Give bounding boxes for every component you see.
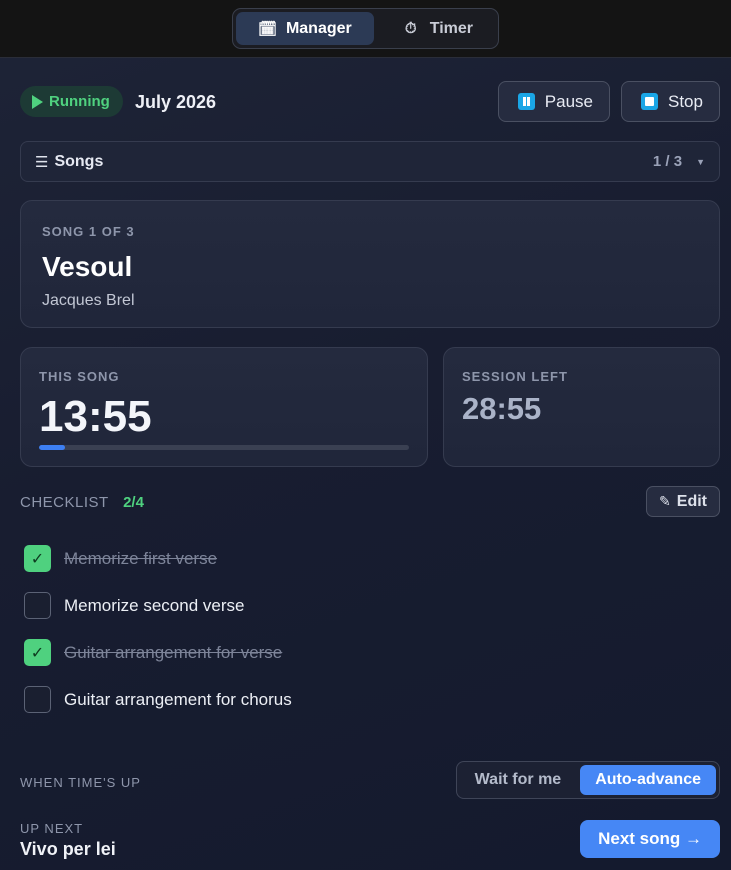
up-next-label: UP NEXT — [20, 821, 84, 836]
view-switcher: 🗓 Manager ⏱ Timer — [231, 8, 500, 49]
checklist-item[interactable]: ✓ Memorize first verse — [24, 535, 720, 582]
calendar-icon: 🗓 — [257, 20, 277, 38]
this-song-label: THIS SONG — [39, 369, 120, 384]
session-left-time: 28:55 — [462, 391, 542, 426]
checkbox-unchecked[interactable] — [24, 686, 51, 713]
current-song-card: SONG 1 OF 3 Vesoul Jacques Brel — [20, 200, 720, 328]
checklist-count: 2/4 — [123, 494, 144, 511]
song-position: SONG 1 OF 3 — [42, 224, 135, 239]
pause-icon — [518, 93, 535, 110]
pause-button[interactable]: Pause — [498, 81, 610, 122]
top-bar: 🗓 Manager ⏱ Timer — [0, 0, 731, 58]
list-icon: ☰ — [35, 153, 49, 171]
checkmark-icon: ✓ — [30, 644, 45, 662]
song-progress-bar — [39, 445, 409, 450]
song-progress-fill — [39, 445, 65, 450]
this-song-time: 13:55 — [39, 392, 152, 441]
checkbox-unchecked[interactable] — [24, 592, 51, 619]
when-time-up-label: WHEN TIME'S UP — [20, 775, 141, 790]
checklist-item[interactable]: ✓ Guitar arrangement for verse — [24, 629, 720, 676]
session-month: July 2026 — [135, 92, 217, 112]
checklist-item-text: Memorize first verse — [64, 548, 218, 568]
status-label: Running — [49, 93, 110, 110]
stop-button[interactable]: Stop — [621, 81, 720, 122]
auto-advance-option[interactable]: Auto-advance — [580, 765, 716, 795]
tab-manager[interactable]: 🗓 Manager — [235, 12, 374, 45]
play-icon — [32, 94, 43, 109]
wait-for-me-option[interactable]: Wait for me — [460, 765, 577, 795]
session-left-label: SESSION LEFT — [462, 369, 568, 384]
advance-mode-toggle: Wait for me Auto-advance — [455, 761, 720, 799]
checklist-label: CHECKLIST — [20, 494, 109, 511]
pause-label: Pause — [544, 91, 593, 111]
songs-dropdown[interactable]: ☰ Songs 1 / 3 ▼ — [20, 141, 720, 182]
stop-icon — [641, 93, 658, 110]
stopwatch-icon: ⏱ — [404, 20, 417, 37]
checklist-item[interactable]: Guitar arrangement for chorus — [24, 676, 720, 723]
checkbox-checked[interactable]: ✓ — [24, 639, 51, 666]
songs-count: 1 / 3 — [652, 153, 683, 170]
next-song-button[interactable]: Next song → — [580, 820, 720, 858]
checklist-header: CHECKLIST 2/4 — [20, 494, 144, 511]
tab-manager-label: Manager — [285, 19, 352, 37]
up-next-title: Vivo per lei — [20, 839, 116, 859]
checkmark-icon: ✓ — [30, 550, 45, 568]
this-song-timer-card: THIS SONG 13:55 — [20, 347, 428, 467]
checklist-item-text: Guitar arrangement for chorus — [64, 689, 292, 709]
song-artist: Jacques Brel — [42, 292, 135, 309]
status-badge: Running — [20, 86, 123, 117]
session-left-card: SESSION LEFT 28:55 — [443, 347, 720, 467]
song-title: Vesoul — [42, 251, 133, 282]
checklist: ✓ Memorize first verse Memorize second ver… — [24, 535, 720, 723]
tab-timer[interactable]: ⏱ Timer — [380, 12, 495, 45]
edit-label: Edit — [676, 492, 707, 510]
checklist-item[interactable]: Memorize second verse — [24, 582, 720, 629]
pencil-icon: ✎ — [659, 493, 671, 509]
edit-checklist-button[interactable]: ✎ Edit — [646, 486, 720, 517]
session-header: Running July 2026 Pause Stop — [20, 81, 720, 122]
chevron-down-icon: ▼ — [696, 156, 705, 167]
checklist-item-text: Guitar arrangement for verse — [64, 642, 283, 662]
stop-label: Stop — [668, 91, 703, 111]
tab-timer-label: Timer — [429, 19, 474, 37]
checkbox-checked[interactable]: ✓ — [24, 545, 51, 572]
checklist-item-text: Memorize second verse — [64, 595, 245, 615]
songs-title: Songs — [54, 152, 104, 170]
